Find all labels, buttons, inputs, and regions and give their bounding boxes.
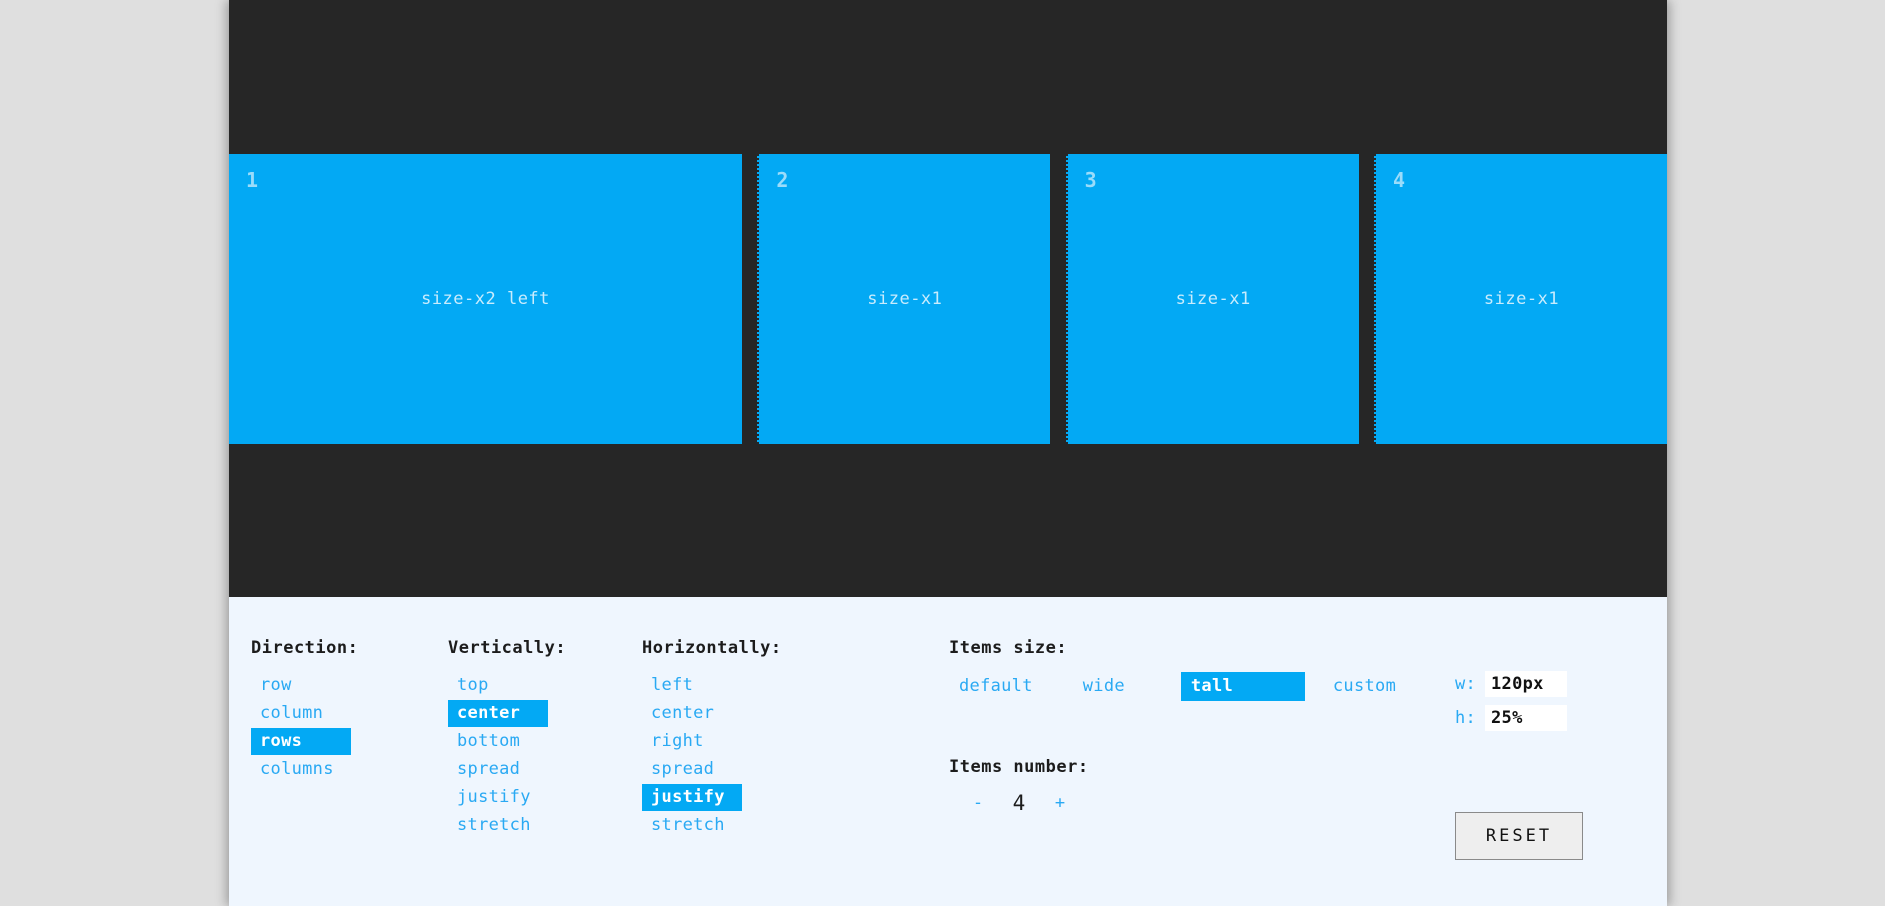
- vertically-option-center[interactable]: center: [448, 700, 548, 727]
- demo-item[interactable]: 2 size-x1: [757, 154, 1050, 444]
- vertically-option-bottom[interactable]: bottom: [448, 728, 548, 755]
- reset-button[interactable]: RESET: [1455, 812, 1583, 860]
- demo-item-index: 1: [246, 168, 258, 192]
- demo-item-label: size-x1: [1484, 289, 1559, 309]
- items-size-option-custom[interactable]: custom: [1323, 672, 1406, 701]
- direction-group: Direction: row column rows columns: [251, 638, 358, 784]
- horizontally-group: Horizontally: left center right spread j…: [642, 638, 782, 840]
- demo-item-index: 3: [1085, 168, 1097, 192]
- height-input[interactable]: [1485, 705, 1567, 731]
- vertically-options: top center bottom spread justify stretch: [448, 672, 566, 839]
- width-label: w:: [1455, 674, 1485, 694]
- demo-item[interactable]: 4 size-x1: [1374, 154, 1667, 444]
- horizontally-title: Horizontally:: [642, 638, 782, 658]
- horizontally-option-right[interactable]: right: [642, 728, 742, 755]
- horizontally-option-center[interactable]: center: [642, 700, 742, 727]
- vertically-option-top[interactable]: top: [448, 672, 548, 699]
- items-number-title: Items number:: [949, 757, 1089, 777]
- demo-item-index: 2: [776, 168, 788, 192]
- height-label: h:: [1455, 708, 1485, 728]
- items-size-title: Items size:: [949, 638, 1406, 658]
- direction-option-column[interactable]: column: [251, 700, 351, 727]
- vertically-title: Vertically:: [448, 638, 566, 658]
- items-size-option-wide[interactable]: wide: [1073, 672, 1135, 701]
- direction-title: Direction:: [251, 638, 358, 658]
- page-root: 1 size-x2 left 2 size-x1 3 size-x1 4 siz…: [0, 0, 1885, 906]
- flexbox-demo-area: 1 size-x2 left 2 size-x1 3 size-x1 4 siz…: [229, 0, 1667, 597]
- items-number-stepper: - 4 +: [949, 791, 1089, 815]
- direction-options: row column rows columns: [251, 672, 358, 783]
- vertically-option-justify[interactable]: justify: [448, 784, 548, 811]
- items-size-options: default wide tall custom: [949, 672, 1406, 701]
- items-size-option-default[interactable]: default: [949, 672, 1043, 701]
- custom-dimensions-group: w: h:: [1455, 671, 1567, 739]
- vertically-option-stretch[interactable]: stretch: [448, 812, 548, 839]
- demo-item[interactable]: 1 size-x2 left: [229, 154, 742, 444]
- horizontally-option-stretch[interactable]: stretch: [642, 812, 742, 839]
- direction-option-rows[interactable]: rows: [251, 728, 351, 755]
- app-container: 1 size-x2 left 2 size-x1 3 size-x1 4 siz…: [229, 0, 1667, 906]
- horizontally-options: left center right spread justify stretch: [642, 672, 782, 839]
- items-number-group: Items number: - 4 +: [949, 757, 1089, 815]
- demo-item-label: size-x2 left: [421, 289, 550, 309]
- horizontally-option-spread[interactable]: spread: [642, 756, 742, 783]
- width-input[interactable]: [1485, 671, 1567, 697]
- width-row: w:: [1455, 671, 1567, 697]
- direction-option-row[interactable]: row: [251, 672, 351, 699]
- items-size-group: Items size: default wide tall custom: [949, 638, 1406, 701]
- height-row: h:: [1455, 705, 1567, 731]
- items-size-option-tall[interactable]: tall: [1181, 672, 1305, 701]
- items-number-increment-button[interactable]: +: [1041, 793, 1079, 813]
- demo-item-index: 4: [1393, 168, 1405, 192]
- demo-item-label: size-x1: [867, 289, 942, 309]
- demo-item-label: size-x1: [1176, 289, 1251, 309]
- horizontally-option-left[interactable]: left: [642, 672, 742, 699]
- direction-option-columns[interactable]: columns: [251, 756, 351, 783]
- control-panel: Direction: row column rows columns Verti…: [229, 597, 1667, 906]
- demo-item[interactable]: 3 size-x1: [1066, 154, 1359, 444]
- vertically-option-spread[interactable]: spread: [448, 756, 548, 783]
- items-number-decrement-button[interactable]: -: [959, 793, 997, 813]
- items-number-value: 4: [997, 791, 1041, 815]
- horizontally-option-justify[interactable]: justify: [642, 784, 742, 811]
- vertically-group: Vertically: top center bottom spread jus…: [448, 638, 566, 840]
